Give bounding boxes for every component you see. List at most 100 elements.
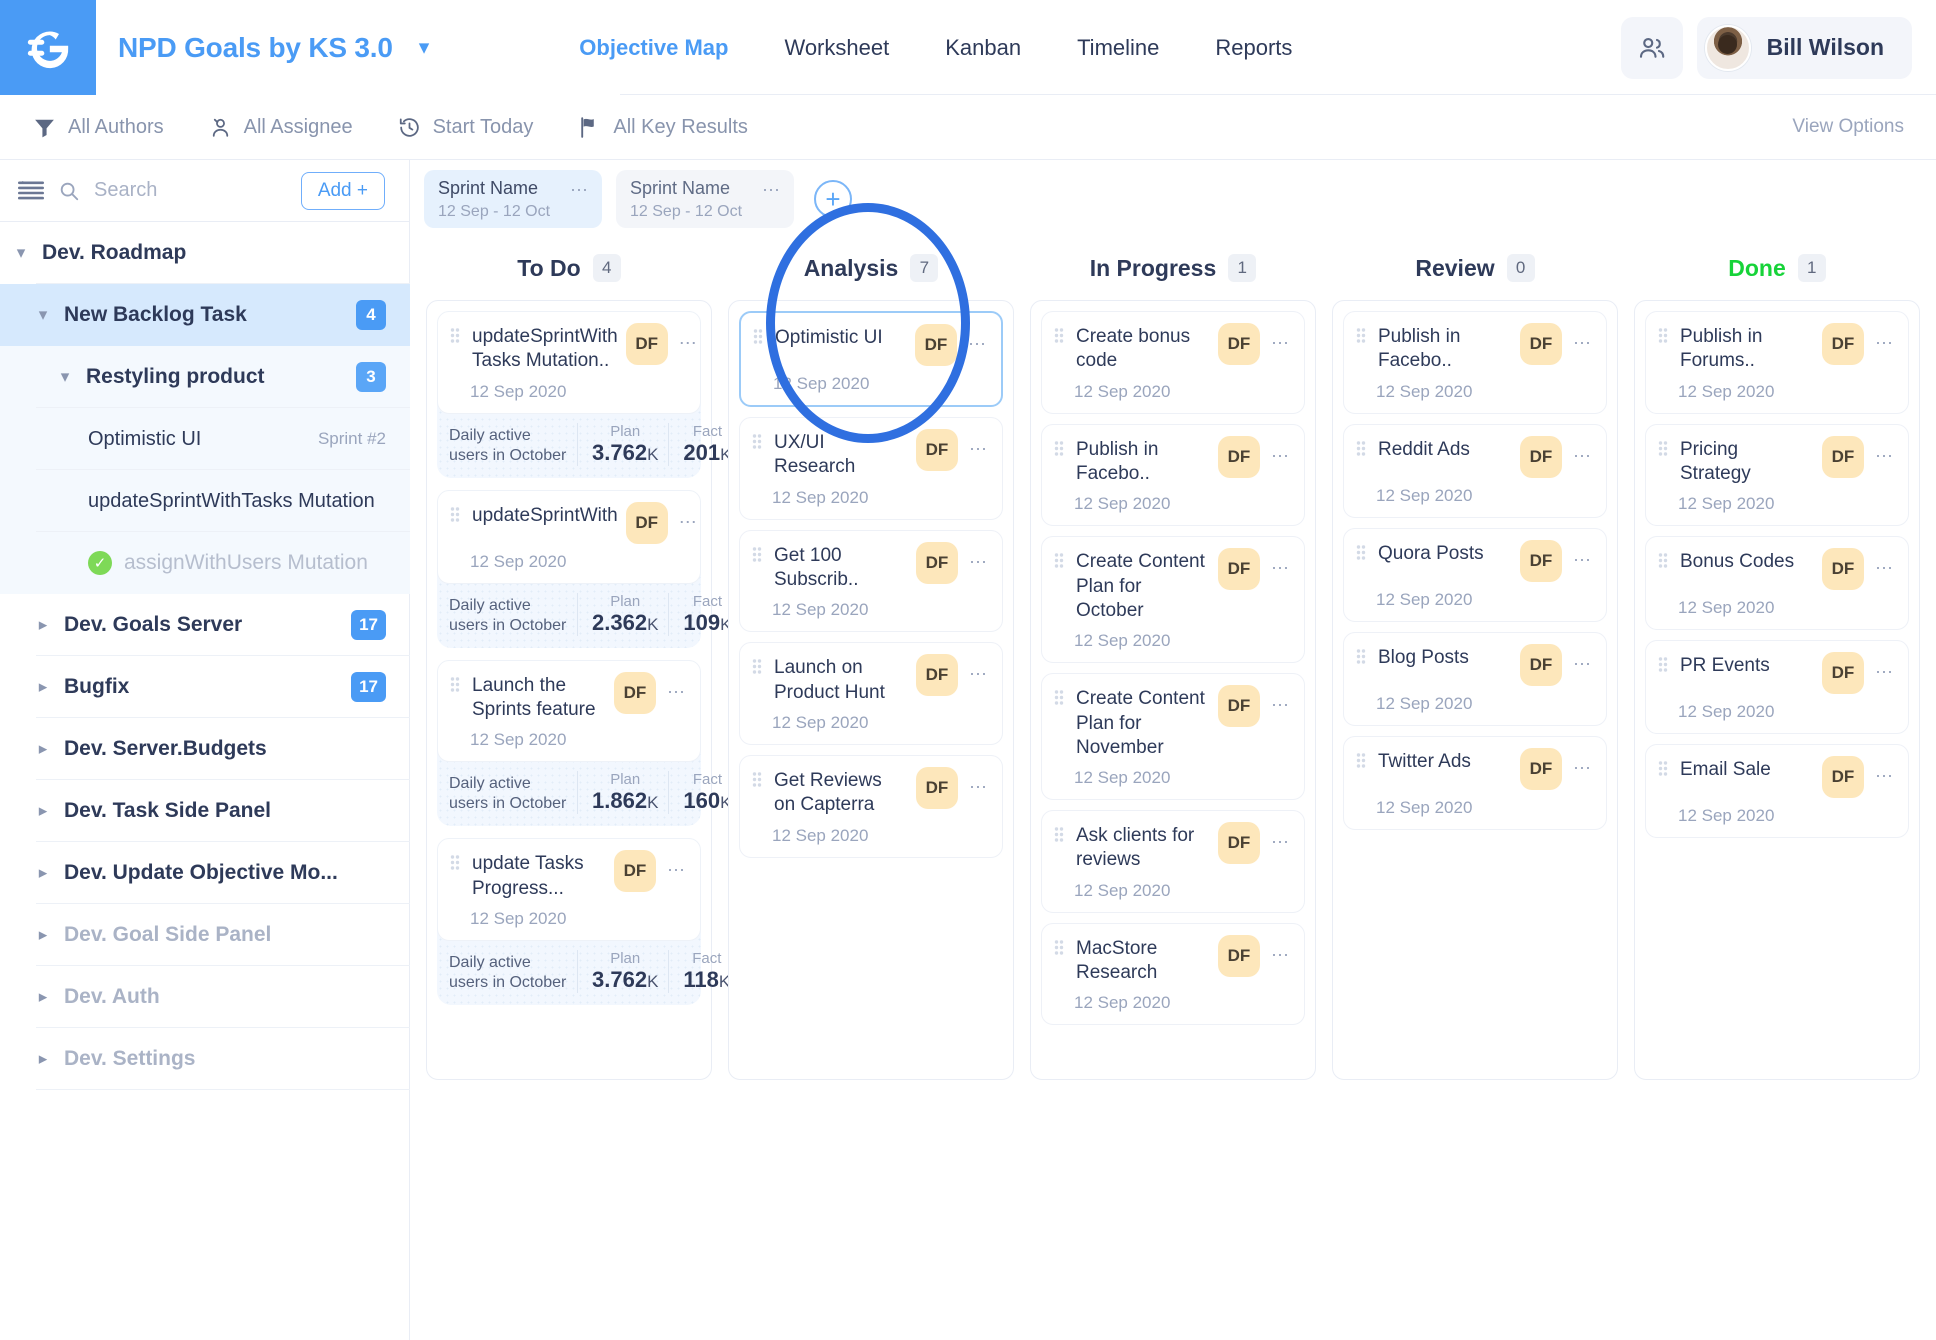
drag-handle-icon[interactable] xyxy=(450,506,462,524)
task-card[interactable]: Ask clients for reviews DF ⋯ 12 Sep 2020 xyxy=(1041,810,1305,913)
task-card[interactable]: Publish in Forums.. DF ⋯ 12 Sep 2020 xyxy=(1645,311,1909,414)
assignee-avatar[interactable]: DF xyxy=(625,501,668,544)
task-card[interactable]: UX/UI Research DF ⋯ 12 Sep 2020 xyxy=(739,417,1003,520)
ellipsis-icon[interactable]: ⋯ xyxy=(966,542,992,573)
drag-handle-icon[interactable] xyxy=(1658,552,1670,570)
assignee-avatar[interactable]: DF xyxy=(1218,435,1260,478)
ellipsis-icon[interactable]: ⋯ xyxy=(1872,323,1898,354)
task-card[interactable]: Bonus Codes DF ⋯ 12 Sep 2020 xyxy=(1645,536,1909,631)
task-card[interactable]: MacStore Research DF ⋯ 12 Sep 2020 xyxy=(1041,922,1305,1026)
task-card[interactable]: Get 100 Subscrib.. DF ⋯ 12 Sep 2020 xyxy=(739,529,1003,633)
ellipsis-icon[interactable]: ⋯ xyxy=(1872,436,1898,467)
drag-handle[interactable] xyxy=(1658,323,1672,345)
assignee-avatar[interactable]: DF xyxy=(916,429,958,471)
chevron-down-icon[interactable]: ▾ xyxy=(22,305,64,325)
assignee-avatar[interactable]: DF xyxy=(916,766,958,809)
assignee-avatar[interactable]: DF xyxy=(1520,643,1562,686)
ellipsis-icon[interactable]: ⋯ xyxy=(1872,652,1898,683)
drag-handle-icon[interactable] xyxy=(450,854,462,872)
drag-handle[interactable] xyxy=(1658,548,1672,570)
assignee-avatar[interactable]: DF xyxy=(1822,323,1864,365)
drag-handle[interactable] xyxy=(1658,436,1672,458)
column-card-list[interactable]: Create bonus code DF ⋯ 12 Sep 2020 Publish i… xyxy=(1030,300,1316,1080)
add-button[interactable]: Add + xyxy=(300,171,385,210)
column-card-list[interactable]: Publish in Facebo.. DF ⋯ 12 Sep 2020 Reddit … xyxy=(1332,300,1618,1080)
ellipsis-icon[interactable]: ⋯ xyxy=(676,502,702,533)
drag-handle[interactable] xyxy=(450,850,464,872)
task-card[interactable]: update Tasks Progress... DF ⋯ 12 Sep 2020 xyxy=(437,838,701,941)
drag-handle-icon[interactable] xyxy=(1054,327,1066,345)
user-menu[interactable]: Bill Wilson xyxy=(1696,16,1912,79)
column-card-list[interactable]: Optimistic UI DF ⋯ 12 Sep 2020 UX/UI Researc… xyxy=(728,300,1014,1080)
app-logo[interactable] xyxy=(0,0,96,95)
ellipsis-icon[interactable]: ⋯ xyxy=(966,767,992,798)
chevron-right-icon[interactable]: ▸ xyxy=(22,739,64,759)
tree-item-bugfix[interactable]: ▸ Bugfix 17 xyxy=(0,656,410,718)
assignee-avatar[interactable]: DF xyxy=(1822,548,1864,591)
drag-handle-icon[interactable] xyxy=(1658,440,1670,458)
tree-item-dev-update-objective-mo[interactable]: ▸ Dev. Update Objective Mo... xyxy=(0,842,410,904)
drag-handle[interactable] xyxy=(450,502,464,524)
drag-handle-icon[interactable] xyxy=(1054,440,1066,458)
ellipsis-icon[interactable]: ⋯ xyxy=(1570,436,1596,467)
tree-item-dev-settings[interactable]: ▸ Dev. Settings xyxy=(0,1028,410,1090)
drag-handle-icon[interactable] xyxy=(1356,327,1368,345)
tab-worksheet[interactable]: Worksheet xyxy=(784,35,889,61)
task-card[interactable]: Email Sale DF ⋯ 12 Sep 2020 xyxy=(1645,744,1909,839)
drag-handle-icon[interactable] xyxy=(1658,327,1670,345)
drag-handle[interactable] xyxy=(1356,644,1370,666)
drag-handle-icon[interactable] xyxy=(1054,552,1066,570)
chevron-right-icon[interactable]: ▸ xyxy=(22,1049,64,1069)
task-card[interactable]: Optimistic UI DF ⋯ 12 Sep 2020 xyxy=(739,311,1003,407)
tree-item-restyling-product[interactable]: ▾ Restyling product 3 xyxy=(0,346,410,408)
ellipsis-icon[interactable]: ⋯ xyxy=(676,323,702,354)
drag-handle-icon[interactable] xyxy=(752,771,764,789)
chevron-right-icon[interactable]: ▸ xyxy=(22,925,64,945)
search-input[interactable] xyxy=(94,179,287,202)
task-card[interactable]: Publish in Facebo.. DF ⋯ 12 Sep 2020 xyxy=(1343,311,1607,414)
task-card[interactable]: Twitter Ads DF ⋯ 12 Sep 2020 xyxy=(1343,735,1607,830)
ellipsis-icon[interactable]: ⋯ xyxy=(1268,935,1294,966)
sprint-chip-2[interactable]: Sprint Name 12 Sep - 12 Oct ⋯ xyxy=(616,170,794,228)
tree-item-dev-server-budgets[interactable]: ▸ Dev. Server.Budgets xyxy=(0,718,410,780)
task-card[interactable]: Create Content Plan for October DF ⋯ 12 Sep… xyxy=(1041,536,1305,664)
ellipsis-icon[interactable]: ⋯ xyxy=(1268,436,1294,467)
ellipsis-icon[interactable]: ⋯ xyxy=(1872,756,1898,787)
drag-handle[interactable] xyxy=(1356,540,1370,562)
add-sprint-button[interactable]: + xyxy=(814,180,852,218)
drag-handle[interactable] xyxy=(752,542,766,564)
assignee-avatar[interactable]: DF xyxy=(1822,756,1864,799)
view-options-button[interactable]: View Options xyxy=(1792,116,1904,138)
drag-handle[interactable] xyxy=(752,767,766,789)
drag-handle[interactable] xyxy=(450,323,464,345)
drag-handle-icon[interactable] xyxy=(1658,760,1670,778)
drag-handle[interactable] xyxy=(1054,935,1068,957)
chevron-right-icon[interactable]: ▸ xyxy=(22,987,64,1007)
assignee-avatar[interactable]: DF xyxy=(1218,934,1260,977)
tree-item-new-backlog-task[interactable]: ▾ New Backlog Task 4 xyxy=(0,284,410,346)
task-card[interactable]: Pricing Strategy DF ⋯ 12 Sep 2020 xyxy=(1645,423,1909,527)
tree-item-dev-task-side-panel[interactable]: ▸ Dev. Task Side Panel xyxy=(0,780,410,842)
filter-start-today[interactable]: Start Today xyxy=(397,115,533,140)
ellipsis-icon[interactable]: ⋯ xyxy=(966,654,992,685)
drag-handle-icon[interactable] xyxy=(1054,689,1066,707)
task-card[interactable]: Get Reviews on Capterra DF ⋯ 12 Sep 2020 xyxy=(739,754,1003,858)
project-selector[interactable]: NPD Goals by KS 3.0 ▾ xyxy=(118,32,429,64)
drag-handle-icon[interactable] xyxy=(1658,656,1670,674)
ellipsis-icon[interactable]: ⋯ xyxy=(965,324,991,355)
drag-handle[interactable] xyxy=(753,324,767,346)
assignee-avatar[interactable]: DF xyxy=(916,541,958,584)
drag-handle[interactable] xyxy=(1356,323,1370,345)
ellipsis-icon[interactable]: ⋯ xyxy=(1268,323,1294,354)
tree-item-dev-auth[interactable]: ▸ Dev. Auth xyxy=(0,966,410,1028)
assignee-avatar[interactable]: DF xyxy=(614,671,656,714)
drag-handle[interactable] xyxy=(1658,652,1672,674)
ellipsis-icon[interactable]: ⋯ xyxy=(570,180,590,201)
drag-handle[interactable] xyxy=(1658,756,1672,778)
ellipsis-icon[interactable]: ⋯ xyxy=(1268,822,1294,853)
drag-handle[interactable] xyxy=(1054,436,1068,458)
drag-handle-icon[interactable] xyxy=(1054,939,1066,957)
assignee-avatar[interactable]: DF xyxy=(1520,435,1562,478)
assignee-avatar[interactable]: DF xyxy=(614,850,656,893)
drag-handle-icon[interactable] xyxy=(1054,826,1066,844)
